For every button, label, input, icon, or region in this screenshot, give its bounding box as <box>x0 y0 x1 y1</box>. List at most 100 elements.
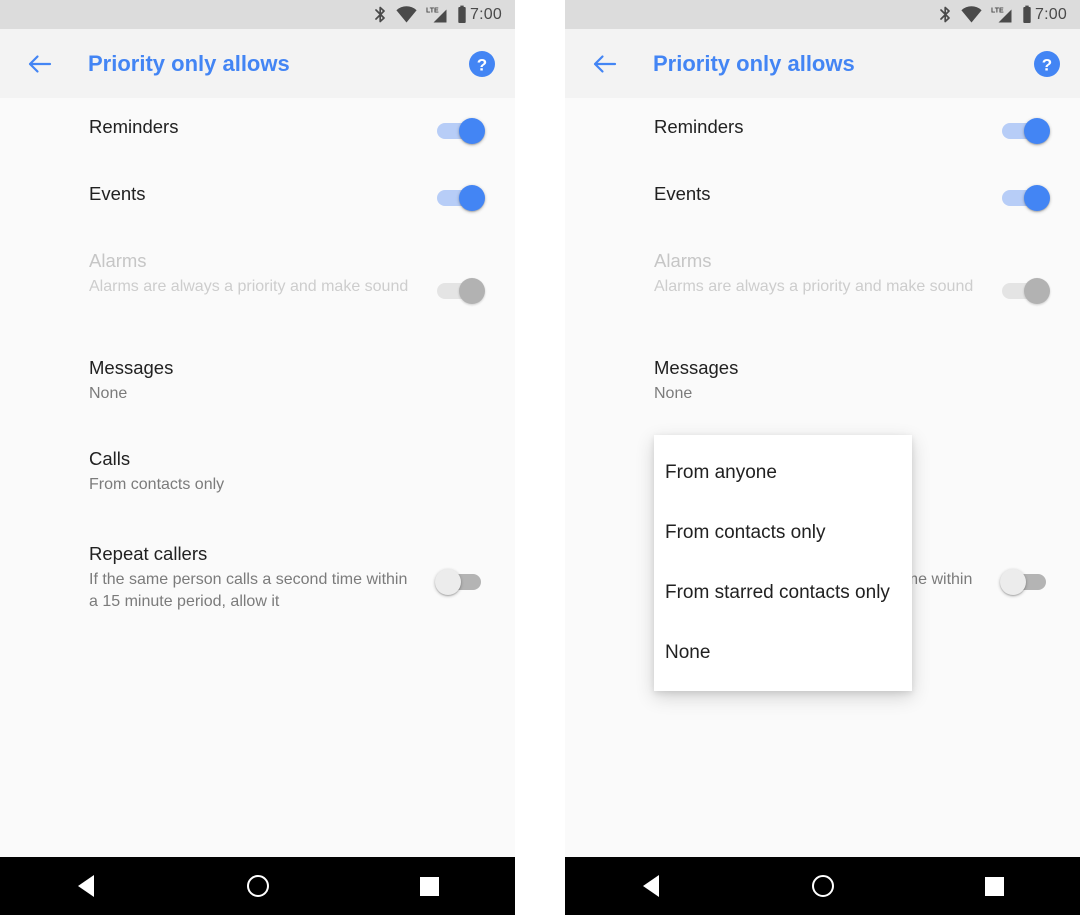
setting-title: Reminders <box>654 116 744 137</box>
recents-square-icon <box>984 876 1004 896</box>
nav-home-button[interactable] <box>737 857 909 915</box>
wifi-icon <box>961 6 982 23</box>
app-bar: Priority only allows ? <box>565 29 1080 104</box>
recents-square-icon <box>419 876 439 896</box>
setting-title: Alarms <box>654 250 712 271</box>
setting-subtitle: None <box>654 385 693 403</box>
home-circle-icon <box>246 875 269 897</box>
toggle-alarms <box>1000 276 1052 306</box>
setting-row-alarms: Alarms Alarms are always a priority and … <box>565 250 1080 306</box>
svg-text:?: ? <box>477 55 487 74</box>
nav-home-button[interactable] <box>172 857 344 915</box>
toggle-repeat-callers[interactable] <box>435 567 487 597</box>
help-circle-icon[interactable]: ? <box>1032 49 1062 79</box>
back-triangle-icon <box>77 875 94 897</box>
nav-recents-button[interactable] <box>343 857 515 915</box>
toggle-thumb <box>1000 569 1026 595</box>
navigation-bar <box>565 857 1080 915</box>
setting-subtitle: If the same person calls a second time w… <box>89 571 408 611</box>
setting-title: Events <box>654 183 711 204</box>
setting-row-events[interactable]: Events <box>0 183 515 213</box>
nav-recents-button[interactable] <box>908 857 1080 915</box>
back-triangle-icon <box>642 875 659 897</box>
setting-subtitle: Alarms are always a priority and make so… <box>654 278 974 296</box>
status-bar: LTE 7:00 <box>0 0 515 29</box>
setting-row-reminders[interactable]: Reminders <box>565 116 1080 146</box>
back-arrow-icon[interactable] <box>22 47 56 81</box>
toggle-thumb <box>435 569 461 595</box>
calls-options-popup[interactable]: From anyone From contacts only From star… <box>654 435 912 691</box>
toggle-thumb <box>459 118 485 144</box>
setting-subtitle: None <box>89 385 128 403</box>
battery-icon <box>457 5 467 24</box>
page-title: Priority only allows <box>653 50 855 76</box>
status-time: 7:00 <box>470 5 502 23</box>
svg-text:LTE: LTE <box>991 7 1004 14</box>
row-text: Events <box>654 183 988 204</box>
navigation-bar <box>0 857 515 915</box>
toggle-repeat-callers[interactable] <box>1000 567 1052 597</box>
status-time: 7:00 <box>1035 5 1067 23</box>
lte-signal-icon: LTE <box>991 5 1013 24</box>
back-arrow-icon[interactable] <box>587 47 621 81</box>
battery-icon <box>1022 5 1032 24</box>
row-text: Events <box>89 183 423 204</box>
setting-title: Messages <box>89 357 174 378</box>
setting-title: Messages <box>654 357 739 378</box>
setting-title: Alarms <box>89 250 147 271</box>
setting-title: Repeat callers <box>89 543 208 564</box>
row-text: Reminders <box>89 116 423 137</box>
toggle-events[interactable] <box>435 183 487 213</box>
toggle-thumb <box>1024 118 1050 144</box>
setting-title: Reminders <box>89 116 179 137</box>
setting-row-messages[interactable]: Messages None <box>0 357 515 405</box>
row-text: Messages None <box>89 357 487 405</box>
status-bar: LTE 7:00 <box>565 0 1080 29</box>
toggle-thumb <box>459 278 485 304</box>
row-text: Repeat callers If the same person calls … <box>89 543 423 613</box>
settings-list-right: Reminders Events Alarms Alarms are alway… <box>565 98 1080 857</box>
svg-text:LTE: LTE <box>426 7 439 14</box>
wifi-icon <box>396 6 417 23</box>
setting-row-events[interactable]: Events <box>565 183 1080 213</box>
setting-row-alarms: Alarms Alarms are always a priority and … <box>0 250 515 306</box>
status-icons: LTE <box>374 5 467 24</box>
toggle-reminders[interactable] <box>1000 116 1052 146</box>
toggle-thumb <box>459 185 485 211</box>
nav-back-button[interactable] <box>0 857 172 915</box>
popup-option-from-anyone[interactable]: From anyone <box>654 443 912 503</box>
nav-back-button[interactable] <box>565 857 737 915</box>
setting-row-repeat-callers[interactable]: Repeat callers If the same person calls … <box>0 543 515 613</box>
app-bar: Priority only allows ? <box>0 29 515 104</box>
phone-screen-right: LTE 7:00 Priority only allows ? Reminder… <box>565 0 1080 915</box>
toggle-reminders[interactable] <box>435 116 487 146</box>
row-text: Alarms Alarms are always a priority and … <box>89 250 423 298</box>
setting-title: Events <box>89 183 146 204</box>
setting-row-calls[interactable]: Calls From contacts only <box>0 448 515 496</box>
setting-row-messages[interactable]: Messages None <box>565 357 1080 405</box>
lte-signal-icon: LTE <box>426 5 448 24</box>
popup-option-from-starred-contacts-only[interactable]: From starred contacts only <box>654 563 912 623</box>
status-icons: LTE <box>939 5 1032 24</box>
help-circle-icon[interactable]: ? <box>467 49 497 79</box>
setting-subtitle: From contacts only <box>89 476 225 494</box>
row-text: Reminders <box>654 116 988 137</box>
page-title: Priority only allows <box>88 50 290 76</box>
toggle-alarms <box>435 276 487 306</box>
setting-title: Calls <box>89 448 131 469</box>
setting-row-reminders[interactable]: Reminders <box>0 116 515 146</box>
home-circle-icon <box>811 875 834 897</box>
popup-option-none[interactable]: None <box>654 623 912 683</box>
setting-subtitle: Alarms are always a priority and make so… <box>89 278 409 296</box>
popup-option-from-contacts-only[interactable]: From contacts only <box>654 503 912 563</box>
bluetooth-icon <box>939 5 952 24</box>
bluetooth-icon <box>374 5 387 24</box>
svg-text:?: ? <box>1042 55 1052 74</box>
row-text: Messages None <box>654 357 1052 405</box>
row-text: Calls From contacts only <box>89 448 487 496</box>
toggle-thumb <box>1024 185 1050 211</box>
phone-screen-left: LTE 7:00 Priority only allows ? Reminder… <box>0 0 515 915</box>
row-text: Alarms Alarms are always a priority and … <box>654 250 988 298</box>
toggle-events[interactable] <box>1000 183 1052 213</box>
toggle-thumb <box>1024 278 1050 304</box>
